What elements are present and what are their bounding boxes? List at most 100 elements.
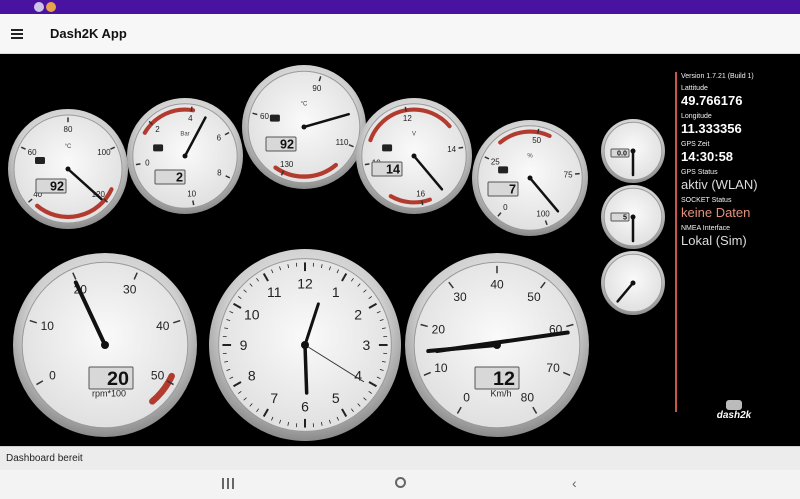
tick-mark [404, 106, 407, 112]
lcd-value: 0.0 [617, 149, 627, 158]
unit-label: % [527, 154, 533, 160]
gauge-clock: 121234567891011 [209, 249, 401, 441]
gauge-battery: 10121416V14 [356, 98, 472, 214]
app-title: Dash2K App [50, 26, 127, 41]
tick-label: 0 [49, 368, 56, 382]
recents-icon[interactable] [220, 477, 236, 491]
clock-numeral: 12 [297, 276, 313, 292]
gps-time-label: GPS Zeit [681, 141, 710, 148]
lcd-value: 20 [107, 368, 129, 390]
tick-label: 10 [187, 189, 196, 198]
status-line: Dashboard bereit [0, 446, 800, 470]
status-text: Dashboard bereit [6, 453, 83, 464]
battery-icon [382, 144, 393, 152]
tick-label: 50 [527, 290, 541, 304]
gauge-fuel: 0 25 50 75 100% 7 [472, 120, 588, 236]
gps-status-label: GPS Status [681, 169, 718, 176]
app-notification-icon [46, 2, 56, 12]
tick-label: 50 [151, 368, 165, 382]
clock-numeral: 1 [332, 284, 340, 300]
oil-can-icon [153, 144, 164, 152]
lcd-value: 2 [176, 170, 183, 184]
logo-text: dash2k [716, 410, 752, 421]
clock-numeral: 11 [267, 284, 282, 300]
tick-label: 0 [503, 203, 508, 212]
socket-status-value: keine Daten [681, 205, 751, 220]
clock-numeral: 4 [354, 368, 362, 384]
tick-mark [421, 200, 424, 206]
icon-shape [382, 144, 393, 152]
clock-hand [303, 343, 309, 395]
unit-label: V [412, 132, 416, 138]
icon-shape [35, 157, 45, 164]
clock-numeral: 10 [244, 306, 260, 322]
clock-numeral: 5 [332, 390, 340, 406]
tick-label: 50 [532, 136, 541, 145]
socket-status-label: SOCKET Status [681, 197, 732, 204]
logo-mark-icon [726, 400, 742, 410]
back-icon[interactable]: ‹ [572, 476, 588, 490]
tick-label: 2 [155, 125, 160, 134]
needle-hub [630, 280, 636, 286]
version-text: Version 1.7.21 (Build 1) [681, 73, 754, 80]
clock-numeral: 6 [301, 398, 309, 414]
longitude-label: Longitude [681, 113, 712, 120]
clock-numeral: 3 [363, 337, 371, 353]
tick-label: 16 [416, 189, 425, 198]
gps-status-value: aktiv (WLAN) [681, 177, 758, 192]
clock-numeral: 2 [354, 306, 362, 322]
app-bar: Dash2K App [0, 14, 800, 54]
hamburger-menu-icon[interactable] [8, 23, 28, 45]
tick-label: 8 [217, 168, 222, 177]
clock-numeral: 9 [240, 337, 248, 353]
tick-label: 10 [41, 319, 55, 333]
tick-label: 6 [217, 134, 222, 143]
latitude-value: 49.766176 [681, 93, 743, 108]
tick-label: 80 [64, 125, 73, 134]
gauge-small-1: 0.0 [601, 119, 665, 183]
tick-label: 20 [432, 322, 446, 336]
longitude-value: 11.333356 [681, 121, 742, 136]
home-icon[interactable] [395, 477, 406, 488]
system-status-bar [0, 0, 800, 14]
tick-label: 4 [188, 114, 193, 123]
tick-label: 90 [312, 84, 321, 93]
needle-hub [65, 166, 71, 172]
needle-hub [630, 214, 636, 220]
lcd-value: 5 [623, 213, 627, 222]
tick-label: 40 [156, 319, 170, 333]
gauge-small-3 [601, 251, 665, 315]
tick-mark [192, 200, 195, 206]
gauge-unit: Km/h [490, 389, 511, 399]
icon-shape [269, 114, 280, 122]
dash2k-logo: dash2k [710, 398, 758, 426]
latitude-label: Lattitude [681, 85, 708, 92]
fuel-pump-icon [498, 166, 509, 174]
tick-mark [135, 163, 141, 166]
thermometer-icon [35, 157, 45, 164]
lcd-value: 92 [50, 179, 64, 193]
lcd-value: 92 [280, 137, 294, 151]
tick-label: 100 [97, 148, 111, 157]
thermometer-icon [269, 114, 280, 122]
needle-hub [182, 153, 188, 159]
tick-label: 10 [434, 361, 448, 375]
tick-mark [364, 163, 370, 166]
clock-numeral: 7 [270, 390, 278, 406]
tick-label: 0 [145, 158, 150, 167]
gps-time-value: 14:30:58 [681, 149, 734, 164]
needle-hub [411, 153, 417, 159]
clock-hub [301, 341, 309, 349]
unit-label: Bar [180, 132, 189, 138]
navigation-bar: ‹ [0, 470, 800, 499]
gauge-oil-pressure: 0 2 4 6 8 10 Bar 2 [127, 98, 243, 214]
lcd-value: 12 [493, 368, 515, 390]
tick-label: 30 [123, 283, 137, 297]
clock-numeral: 8 [248, 368, 256, 384]
tick-label: 100 [536, 210, 550, 219]
unit-label: °C [65, 144, 72, 150]
lcd-value: 7 [509, 182, 516, 196]
gauge-speed: 0102030405060708012Km/h [405, 253, 589, 437]
tick-label: 14 [447, 145, 456, 154]
tick-label: 0 [463, 391, 470, 405]
